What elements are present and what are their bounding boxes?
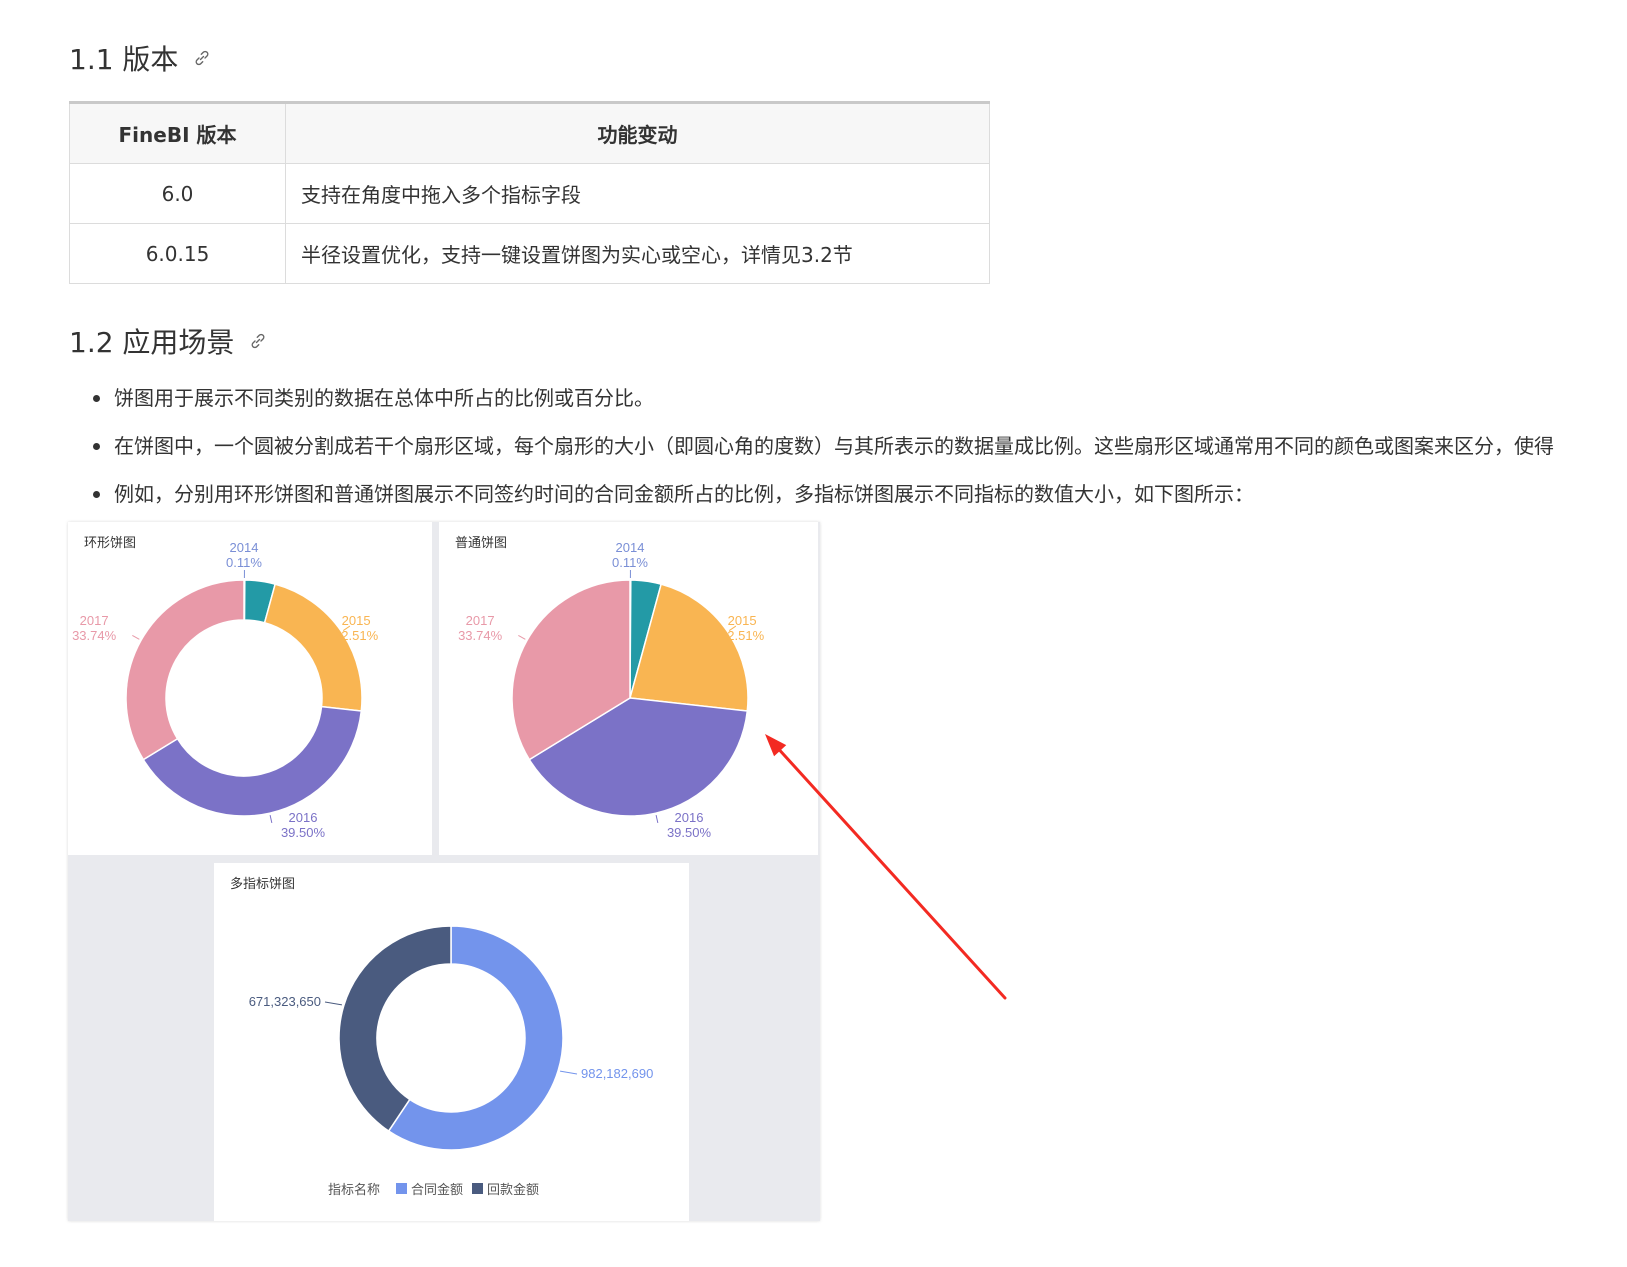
pie-slice-2016[interactable] <box>142 705 363 817</box>
table-header: 功能变动 <box>285 102 990 164</box>
data-label-name: 2016 <box>675 810 704 825</box>
pie-slice-2017[interactable] <box>125 579 245 761</box>
table-header: FineBI 版本 <box>69 102 286 164</box>
pie-chart-panel: 普通饼图 2014 0.11% 2015 22.51% 2016 39.50% 2017 33… <box>439 522 818 855</box>
data-label-value: 33.74% <box>72 628 117 643</box>
section-heading-version: 1.1 版本 <box>69 38 212 78</box>
section-title: 1.1 版本 <box>69 43 179 76</box>
data-label-name: 2015 <box>342 613 371 628</box>
chart-title: 环形饼图 <box>84 535 137 550</box>
pie-slice-回款金额[interactable] <box>338 925 452 1133</box>
link-icon[interactable] <box>192 48 212 68</box>
chart-title: 多指标饼图 <box>230 876 296 891</box>
data-label-value: 0.11% <box>226 555 262 570</box>
table-cell: 支持在角度中拖入多个指标字段 <box>285 163 990 224</box>
label-connector <box>655 815 659 824</box>
data-label-name: 2015 <box>728 613 757 628</box>
data-label-value: 0.11% <box>612 555 648 570</box>
table-row: 6.0 支持在角度中拖入多个指标字段 <box>69 163 990 224</box>
label-connector <box>324 1001 343 1006</box>
legend-swatch[interactable] <box>396 1183 407 1194</box>
pie-slice-2015[interactable] <box>263 583 363 712</box>
data-label-name: 2017 <box>466 613 495 628</box>
label-connector <box>518 634 526 640</box>
multi-metric-donut-chart: 982,182,690 671,323,650 指标名称 合同金额 回款金额 <box>249 925 653 1197</box>
label-connector <box>269 815 273 824</box>
data-label-value: 39.50% <box>281 825 326 840</box>
chart-title: 普通饼图 <box>455 535 508 550</box>
table-cell: 6.0.15 <box>69 223 286 284</box>
list-item: 饼图用于展示不同类别的数据在总体中所占的比例或百分比。 <box>69 378 1627 426</box>
label-connector <box>559 1070 578 1075</box>
legend-title: 指标名称 <box>328 1182 380 1197</box>
data-label-name: 2017 <box>80 613 109 628</box>
data-label-value: 671,323,650 <box>249 994 321 1009</box>
data-label-name: 2014 <box>230 540 259 555</box>
legend-item[interactable]: 回款金额 <box>487 1182 539 1197</box>
data-label-value: 22.51% <box>334 628 379 643</box>
bullet-list: 饼图用于展示不同类别的数据在总体中所占的比例或百分比。 在饼图中，一个圆被分割成… <box>69 378 1627 522</box>
list-item: 在饼图中，一个圆被分割成若干个扇形区域，每个扇形的大小（即圆心角的度数）与其所表… <box>69 426 1627 474</box>
data-label-value: 39.50% <box>667 825 712 840</box>
table-header-row: FineBI 版本 功能变动 <box>69 102 990 164</box>
data-label-value: 22.51% <box>720 628 765 643</box>
table-cell: 6.0 <box>69 163 286 224</box>
legend-swatch[interactable] <box>472 1183 483 1194</box>
data-label-name: 2014 <box>616 540 645 555</box>
pie-chart: 20140.11% 201522.51% 201639.50% 201733.74% <box>458 540 765 840</box>
donut-chart: 20140.11% 201522.51% 201639.50% 201733.74% <box>72 540 379 840</box>
chart-figure: 环形饼图 2014 0.11% 2015 22.51% 2016 39.50% 2017 33… <box>68 522 820 1221</box>
link-icon[interactable] <box>248 331 268 351</box>
data-label-name: 2016 <box>289 810 318 825</box>
label-connector <box>132 634 140 640</box>
donut-chart-panel: 环形饼图 2014 0.11% 2015 22.51% 2016 39.50% 2017 33… <box>68 522 432 855</box>
multi-metric-chart-panel: 多指标饼图 982,182,690 671,323,650 指标名称 合同金额 回款金额 <box>214 863 689 1221</box>
legend-item[interactable]: 合同金额 <box>411 1182 463 1197</box>
section-title: 1.2 应用场景 <box>69 326 235 359</box>
data-label-value: 33.74% <box>458 628 503 643</box>
table-row: 6.0.15 半径设置优化，支持一键设置饼图为实心或空心，详情见3.2节 <box>69 223 990 284</box>
version-table: FineBI 版本 功能变动 6.0 支持在角度中拖入多个指标字段 6.0.15… <box>69 101 990 284</box>
section-heading-scenario: 1.2 应用场景 <box>69 321 268 361</box>
table-cell: 半径设置优化，支持一键设置饼图为实心或空心，详情见3.2节 <box>285 223 990 284</box>
list-item: 例如，分别用环形饼图和普通饼图展示不同签约时间的合同金额所占的比例，多指标饼图展… <box>69 474 1627 522</box>
data-label-value: 982,182,690 <box>581 1066 653 1081</box>
